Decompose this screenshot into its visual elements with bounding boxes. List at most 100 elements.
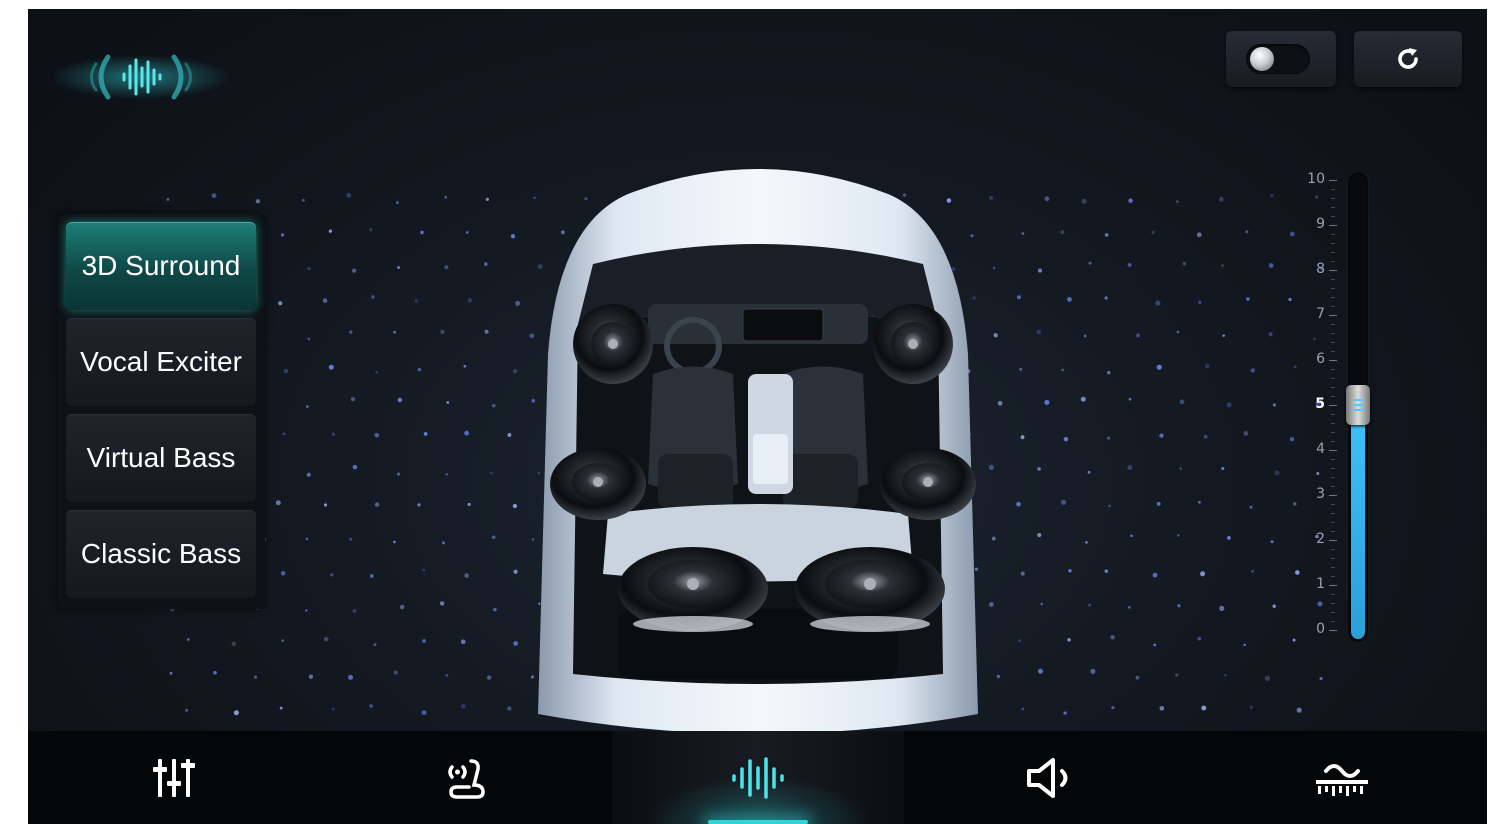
nav-seat-sound[interactable]: [320, 731, 612, 824]
background-dot: [1251, 569, 1254, 573]
background-dot: [1128, 397, 1132, 401]
background-dot: [1127, 465, 1133, 470]
background-dot: [446, 401, 450, 404]
background-dot: [1246, 297, 1250, 301]
background-dot: [1104, 296, 1108, 300]
background-dot: [352, 608, 357, 613]
background-dot: [1085, 541, 1088, 544]
background-dot: [1155, 300, 1161, 306]
background-dot: [1128, 198, 1133, 203]
volume-speaker-icon: [1027, 757, 1068, 798]
background-dot: [1200, 571, 1206, 577]
background-dot: [306, 405, 309, 408]
background-dot: [1044, 196, 1050, 202]
background-dot: [423, 431, 428, 436]
background-dot: [233, 710, 239, 716]
tick-label: 3: [1316, 486, 1325, 502]
reset-button[interactable]: [1354, 31, 1462, 87]
minor-tick: [1331, 369, 1335, 370]
minor-tick: [1331, 603, 1335, 604]
background-dot: [186, 638, 190, 641]
background-dot: [467, 502, 471, 507]
background-dot: [1296, 707, 1302, 713]
nav-sound-field[interactable]: [1196, 731, 1487, 824]
sound-mode-panel: 3D Surround Vocal Exciter Virtual Bass C…: [58, 214, 265, 609]
mode-virtual-bass-button[interactable]: Virtual Bass: [66, 414, 256, 502]
minor-tick: [1331, 504, 1335, 505]
background-dot: [1221, 264, 1224, 267]
background-dot: [1270, 540, 1274, 544]
minor-tick: [1331, 621, 1335, 622]
active-tab-indicator: [708, 820, 808, 824]
background-dot: [1272, 604, 1276, 609]
background-dot: [464, 573, 469, 578]
background-dot: [1021, 707, 1025, 711]
minor-tick: [1331, 288, 1335, 289]
nav-volume[interactable]: [904, 731, 1196, 824]
background-dot: [1179, 467, 1182, 470]
background-dot: [1044, 399, 1050, 405]
minor-tick: [1331, 216, 1335, 217]
background-dot: [396, 472, 401, 476]
background-dot: [493, 607, 497, 612]
toggle-switch-icon: [1246, 44, 1310, 74]
background-dot: [395, 201, 399, 205]
background-dot: [1104, 233, 1109, 237]
background-dot: [369, 704, 373, 708]
background-dot: [484, 262, 488, 266]
background-dot: [393, 540, 396, 544]
minor-tick: [1331, 189, 1335, 190]
background-dot: [460, 639, 466, 645]
background-dot: [305, 537, 309, 541]
toggle-knob: [1250, 47, 1274, 71]
background-dot: [307, 337, 311, 341]
background-dot: [1020, 571, 1025, 576]
background-dot: [1063, 436, 1069, 442]
background-dot: [444, 265, 449, 270]
mode-classic-bass-button[interactable]: Classic Bass: [66, 510, 256, 598]
mode-vocal-exciter-button[interactable]: Vocal Exciter: [66, 318, 256, 406]
background-dot: [467, 298, 473, 303]
sound-toggle-button[interactable]: [1226, 31, 1336, 87]
tick-mark: [1329, 270, 1337, 271]
tick-label: 0: [1316, 621, 1325, 637]
background-dot: [308, 674, 314, 679]
minor-tick: [1331, 387, 1335, 388]
background-dot: [1243, 430, 1249, 436]
minor-tick: [1331, 252, 1335, 253]
minor-tick: [1331, 612, 1335, 613]
mode-3d-surround-button[interactable]: 3D Surround: [66, 222, 256, 310]
speaker-mid-right: [880, 448, 976, 520]
background-dot: [1068, 568, 1072, 573]
level-slider-thumb[interactable]: [1346, 385, 1370, 425]
background-dot: [1156, 501, 1161, 506]
background-dot: [1127, 606, 1131, 609]
minor-tick: [1331, 567, 1335, 568]
tick-label: 4: [1316, 441, 1325, 457]
equalizer-sliders-icon: [153, 758, 195, 797]
background-dot: [1182, 262, 1187, 266]
background-dot: [349, 330, 353, 334]
background-dot: [280, 233, 285, 237]
minor-tick: [1331, 324, 1335, 325]
background-dot: [330, 573, 334, 577]
tick-mark: [1329, 360, 1337, 361]
background-dot: [1223, 673, 1227, 677]
minor-tick: [1331, 432, 1335, 433]
background-dot: [445, 673, 449, 677]
background-dot: [1088, 603, 1092, 607]
tick-label: 10: [1307, 171, 1325, 187]
background-dot: [1159, 433, 1164, 438]
background-dot: [422, 568, 426, 572]
nav-equalizer[interactable]: [28, 731, 320, 824]
background-dot: [444, 195, 448, 199]
tick-mark: [1329, 495, 1337, 496]
background-dot: [349, 537, 353, 541]
minor-tick: [1331, 234, 1335, 235]
background-dot: [440, 329, 445, 335]
background-dot: [1080, 396, 1086, 402]
minor-tick: [1331, 459, 1335, 460]
background-dot: [1175, 200, 1179, 204]
background-dot: [1198, 500, 1201, 504]
nav-sound-effects[interactable]: [612, 731, 904, 824]
